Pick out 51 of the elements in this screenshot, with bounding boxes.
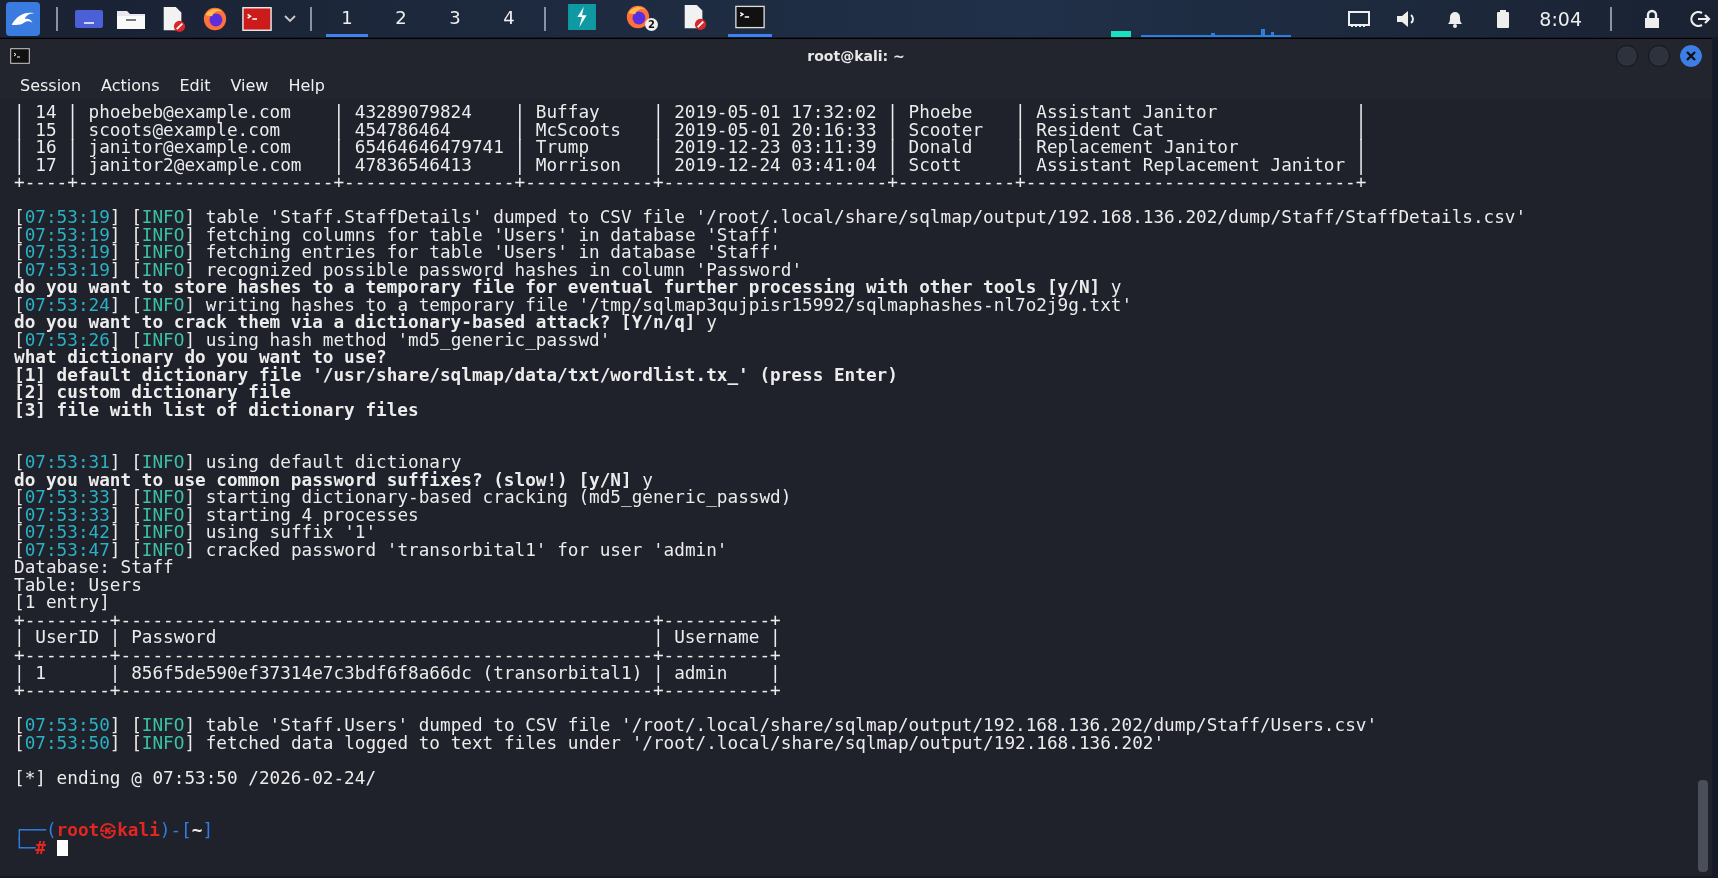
workspace-button[interactable]: 3 [434,0,476,37]
prompt-question: [2] custom dictionary file [14,384,291,402]
prompt-question: do you want to use common password suffixes? (slow!) [y/N] y [14,471,653,490]
clock[interactable]: 8:04 [1539,7,1582,30]
count-badge: 2 [645,18,658,31]
chevron-down-icon[interactable] [284,14,296,23]
output-line: [1 entry] [14,594,111,612]
window-title: root@kali: ~ [807,47,905,64]
menu-item[interactable]: Edit [179,76,211,95]
menu-item[interactable]: Actions [101,76,160,95]
log-line: [07:53:50] [INFO] table 'Staff.Users' dumped to CSV file '/root/.local/share/sqlmap/output/192.168.136.202/dump/Staff/Users.csv' [14,717,1379,735]
table-border: +--------+--------------------------------------------------+----------+ [14,682,782,700]
lightning-icon[interactable] [567,4,597,30]
workspace-button[interactable]: 2 [380,0,422,37]
close-button[interactable] [1680,44,1702,67]
log-line: [07:53:19] [INFO] table 'Staff.StaffDetails' dumped to CSV file '/root/.local/share/sqlmap/output/192.168.136.202/dump/Staff/StaffDetails.csv' [14,209,1528,227]
prompt-question: what dictionary do you want to use? [14,349,387,367]
table-row-text: | UserID | Password | Username | [14,629,782,647]
prompt-question: do you want to store hashes to a temporary file for eventual further processing with other tools [y/N] y [14,279,1122,297]
menu-item[interactable]: Session [20,76,82,95]
log-line: [07:53:19] [INFO] fetching columns for table 'Users' in database 'Staff' [14,226,781,245]
log-line: [07:53:42] [INFO] using suffix '1' [14,524,377,542]
table-border: +--------+--------------------------------------------------+----------+ [14,611,782,630]
network-icon[interactable] [1347,8,1372,29]
table-row-text: | 14 | phoebeb@example.com | 43289079824 | Buffay | 2019-05-01 17:32:02 | Phoebe | Assistant Janitor | [14,104,1368,122]
terminal-icon[interactable] [242,5,272,32]
log-line: [07:53:33] [INFO] starting 4 processes [14,506,419,525]
menu-item[interactable]: Help [288,76,325,95]
workspace-button[interactable]: 4 [488,0,530,37]
scrollbar-thumb[interactable] [1698,780,1708,872]
prompt-question: do you want to crack them via a dictionary-based attack? [Y/n/q] y [14,314,717,332]
table-border: +----+------------------------+----------------+------------+---------------------+-----------+-------------------------------+ [14,174,1368,192]
log-line: [07:53:33] [INFO] starting dictionary-based cracking (md5_generic_passwd) [14,489,793,507]
output-line: Database: Staff [14,559,175,577]
table-border: +--------+--------------------------------------------------+----------+ [14,647,782,665]
terminal-icon [10,47,30,64]
dragon-menu-icon[interactable] [6,1,40,36]
prompt-question: [3] file with list of dictionary files [14,401,420,420]
terminal-icon[interactable] [735,4,765,30]
log-line: [07:53:31] [INFO] using default dictionary [14,454,462,472]
logout-icon[interactable] [1688,8,1712,29]
menu-item[interactable]: View [230,76,269,95]
output-line: [*] ending @ 07:53:50 /2026-02-24/ [14,769,378,788]
log-line: [07:53:50] [INFO] fetched data logged to text files under '/root/.local/share/sqlmap/output/192.168.136.202' [14,734,1165,753]
task-button[interactable]: 2 [616,0,660,37]
table-row-text: | 17 | janitor2@example.com | 47836546413 | Morrison | 2019-12-24 03:41:04 | Scott | Assistant Replacement Janitor | [14,156,1368,175]
table-row-text: | 1 | 856f5de590ef37314e7c3bdf6f8a66dc (transorbital1) | admin | [14,664,782,682]
log-line: [07:53:19] [INFO] fetching entries for table 'Users' in database 'Staff' [14,244,781,262]
output-line: Table: Users [14,576,143,595]
log-line: [07:53:19] [INFO] recognized possible password hashes in column 'Password' [14,261,803,280]
log-line: [07:53:47] [INFO] cracked password 'transorbital1' for user 'admin' [14,541,729,560]
